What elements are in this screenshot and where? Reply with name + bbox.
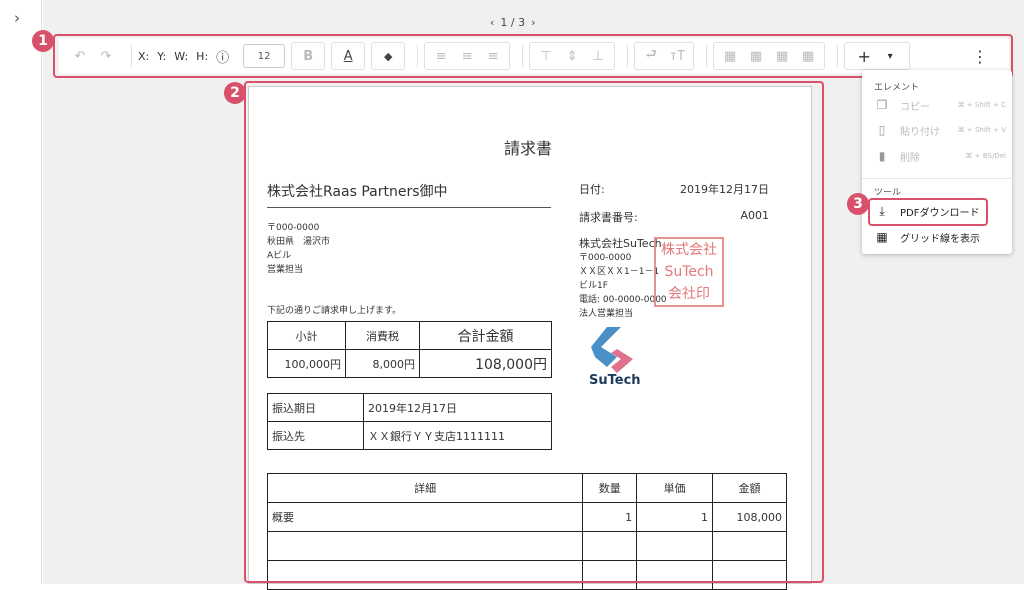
trash-icon: ▮ [878,149,886,163]
page-navigator: ‹ 1 / 3 › [490,16,536,30]
menu-item-label: コピー [900,101,930,113]
page-indicator: 1 / 3 [500,16,526,29]
menu-item-label: 貼り付け [900,126,940,138]
copy-icon: ❐ [876,98,888,112]
menu-item-label: グリッド線を表示 [900,233,980,245]
chevron-right-icon[interactable]: › [14,9,20,27]
menu-section-tools: ツール [874,188,902,198]
context-menu: エレメント ❐ コピー ⌘ + Shift + C ▯ 貼り付け ⌘ + Shi… [862,70,1012,254]
callout-frame-pdf [868,198,988,226]
paste-icon: ▯ [878,123,886,137]
grid-icon: ▦ [876,230,888,244]
menu-item-show-grid[interactable]: ▦ グリッド線を表示 [874,228,1006,246]
next-page-button[interactable]: › [531,16,535,30]
side-panel: › [0,0,42,584]
menu-item-paste[interactable]: ▯ 貼り付け ⌘ + Shift + V [874,121,1006,139]
menu-item-delete[interactable]: ▮ 削除 ⌘ + BS/Del [874,147,1006,165]
callout-badge-2: 2 [224,82,246,104]
callout-frame-page [244,81,824,583]
callout-badge-3: 3 [847,193,869,215]
menu-shortcut: ⌘ + BS/Del [965,152,1006,160]
menu-item-copy[interactable]: ❐ コピー ⌘ + Shift + C [874,96,1006,114]
menu-divider [862,178,1012,179]
prev-page-button[interactable]: ‹ [490,16,494,30]
menu-item-label: 削除 [900,152,920,164]
menu-section-element: エレメント [874,83,920,93]
callout-badge-1: 1 [32,30,54,52]
menu-shortcut: ⌘ + Shift + V [957,126,1006,134]
menu-shortcut: ⌘ + Shift + C [957,101,1006,109]
